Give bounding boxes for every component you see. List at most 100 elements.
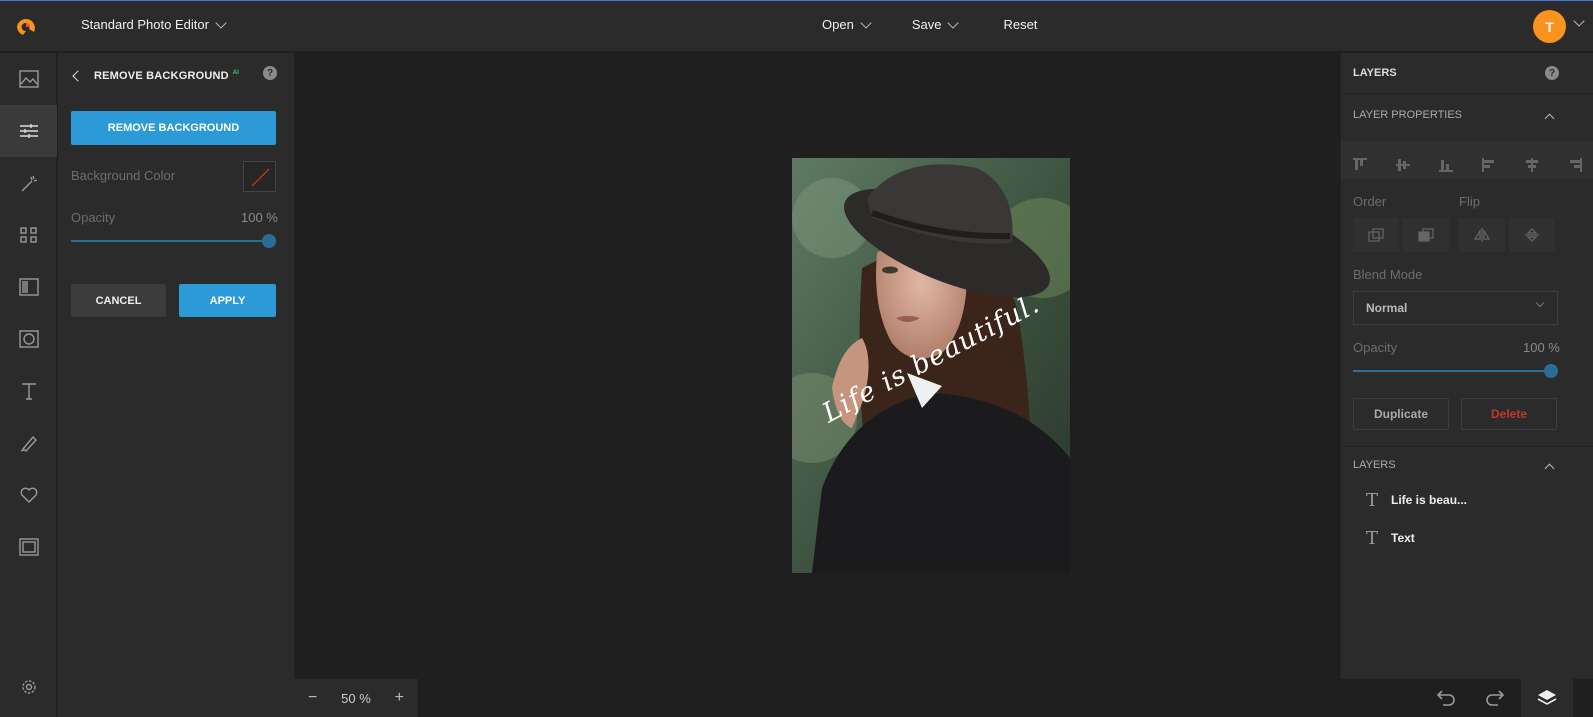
align-right-icon[interactable]: [1568, 158, 1582, 172]
rail-adjust[interactable]: [0, 105, 57, 157]
rail-text[interactable]: [0, 365, 57, 417]
save-menu[interactable]: Save: [911, 16, 960, 32]
flip-horizontal-icon: [1474, 228, 1490, 242]
divider: [1341, 93, 1593, 94]
zoom-value: 50 %: [341, 690, 371, 706]
apply-button[interactable]: APPLY: [179, 284, 276, 317]
flip-horizontal-button[interactable]: [1459, 218, 1505, 252]
frame-overlay-icon: [18, 278, 39, 296]
image-icon: [18, 70, 39, 88]
chevron-down-icon[interactable]: [1573, 15, 1585, 27]
text-layer-icon: T: [1365, 489, 1378, 511]
rail-image[interactable]: [0, 53, 57, 105]
remove-background-panel: REMOVE BACKGROUND AI ? REMOVE BACKGROUND…: [58, 53, 294, 717]
layers-icon: [1537, 690, 1557, 705]
ai-badge: AI: [232, 70, 239, 76]
chevron-down-icon: [860, 16, 872, 29]
align-middle-icon[interactable]: [1396, 158, 1410, 172]
rail-magic[interactable]: [0, 157, 57, 209]
layers-panel-title: LAYERS: [1353, 67, 1397, 79]
help-icon[interactable]: ?: [1545, 66, 1559, 80]
opacity-value: 100 %: [241, 210, 278, 225]
top-menu: Open Save Reset: [822, 16, 1037, 32]
rail-vignette[interactable]: [0, 313, 57, 365]
layer-item[interactable]: T Life is beau...: [1353, 488, 1583, 512]
rail-layouts[interactable]: [0, 209, 57, 261]
reset-label: Reset: [1003, 17, 1038, 32]
opacity-slider-handle[interactable]: [262, 234, 276, 248]
zoom-control: − 50 % +: [294, 679, 418, 717]
layers-panel: LAYERS ? LAYER PROPERTIES Order Flip Ble…: [1340, 53, 1593, 679]
blend-mode-value: Normal: [1366, 301, 1408, 315]
opacity-slider-track[interactable]: [71, 240, 269, 242]
rail-frames[interactable]: [0, 521, 57, 573]
align-bottom-icon[interactable]: [1439, 158, 1453, 172]
rail-stickers[interactable]: [0, 469, 57, 521]
vignette-icon: [18, 330, 39, 348]
reset-button[interactable]: Reset: [1003, 17, 1037, 32]
redo-icon[interactable]: [1484, 687, 1506, 707]
undo-icon[interactable]: [1435, 687, 1457, 707]
chevron-down-icon: [215, 16, 227, 29]
layer-item[interactable]: T Text: [1353, 526, 1583, 550]
layers-section-header[interactable]: LAYERS: [1353, 459, 1396, 471]
chevron-down-icon: [947, 16, 960, 29]
flip-label: Flip: [1459, 194, 1480, 209]
layer-properties-header[interactable]: LAYER PROPERTIES: [1353, 109, 1462, 121]
zoom-out-button[interactable]: −: [308, 689, 317, 707]
canvas-area: Life is beautiful.: [294, 53, 1340, 679]
background-color-swatch[interactable]: [243, 161, 276, 192]
send-backward-button[interactable]: [1403, 218, 1449, 252]
save-label: Save: [911, 17, 942, 32]
remove-background-button[interactable]: REMOVE BACKGROUND: [71, 111, 276, 145]
background-color-label: Background Color: [71, 168, 176, 183]
heart-icon: [20, 487, 37, 503]
blend-mode-select[interactable]: Normal: [1353, 291, 1558, 325]
align-toolbar: [1341, 147, 1593, 183]
align-center-icon[interactable]: [1525, 158, 1539, 172]
text-layer-icon: T: [1365, 527, 1378, 549]
layer-name: Life is beau...: [1391, 493, 1468, 507]
open-menu[interactable]: Open: [822, 16, 872, 32]
flip-vertical-icon: [1525, 228, 1539, 242]
cancel-button[interactable]: CANCEL: [71, 284, 166, 317]
top-bar: Standard Photo Editor Open Save Reset T: [0, 0, 1593, 52]
divider: [1341, 446, 1593, 447]
tool-rail: [0, 53, 57, 717]
layer-name: Text: [1391, 531, 1415, 545]
align-top-icon[interactable]: [1353, 158, 1367, 172]
no-color-icon: [251, 168, 270, 187]
app-title: Standard Photo Editor: [81, 17, 209, 32]
align-left-icon[interactable]: [1482, 158, 1496, 172]
app-logo-icon[interactable]: [14, 15, 38, 39]
flip-vertical-button[interactable]: [1509, 218, 1555, 252]
rail-overlay[interactable]: [0, 261, 57, 313]
panel-title: REMOVE BACKGROUND: [94, 70, 229, 82]
chevron-up-icon[interactable]: [1544, 463, 1555, 474]
grid-icon: [19, 227, 37, 243]
panel-header: REMOVE BACKGROUND AI: [72, 66, 282, 86]
order-label: Order: [1353, 194, 1387, 209]
text-icon: [21, 383, 36, 400]
layer-opacity-slider-handle[interactable]: [1544, 364, 1558, 378]
blend-mode-label: Blend Mode: [1353, 267, 1423, 282]
back-arrow-icon[interactable]: [72, 70, 84, 82]
layer-opacity-slider-track[interactable]: [1353, 370, 1551, 372]
magic-wand-icon: [21, 175, 37, 192]
bring-forward-button[interactable]: [1353, 218, 1399, 252]
chevron-up-icon[interactable]: [1544, 113, 1555, 124]
rail-settings[interactable]: [0, 661, 57, 713]
delete-button[interactable]: Delete: [1461, 398, 1557, 430]
rail-draw[interactable]: [0, 417, 57, 469]
duplicate-button[interactable]: Duplicate: [1353, 398, 1449, 430]
app-title-dropdown[interactable]: Standard Photo Editor: [81, 16, 227, 32]
bring-forward-icon: [1368, 228, 1384, 242]
layers-toggle-button[interactable]: [1521, 679, 1573, 717]
layer-opacity-label: Opacity: [1353, 340, 1398, 355]
settings-icon: [21, 680, 36, 694]
zoom-in-button[interactable]: +: [395, 689, 404, 707]
user-avatar[interactable]: T: [1533, 10, 1566, 43]
help-icon[interactable]: ?: [263, 66, 277, 80]
photo-canvas[interactable]: Life is beautiful.: [792, 158, 1070, 573]
border-icon: [18, 538, 39, 556]
